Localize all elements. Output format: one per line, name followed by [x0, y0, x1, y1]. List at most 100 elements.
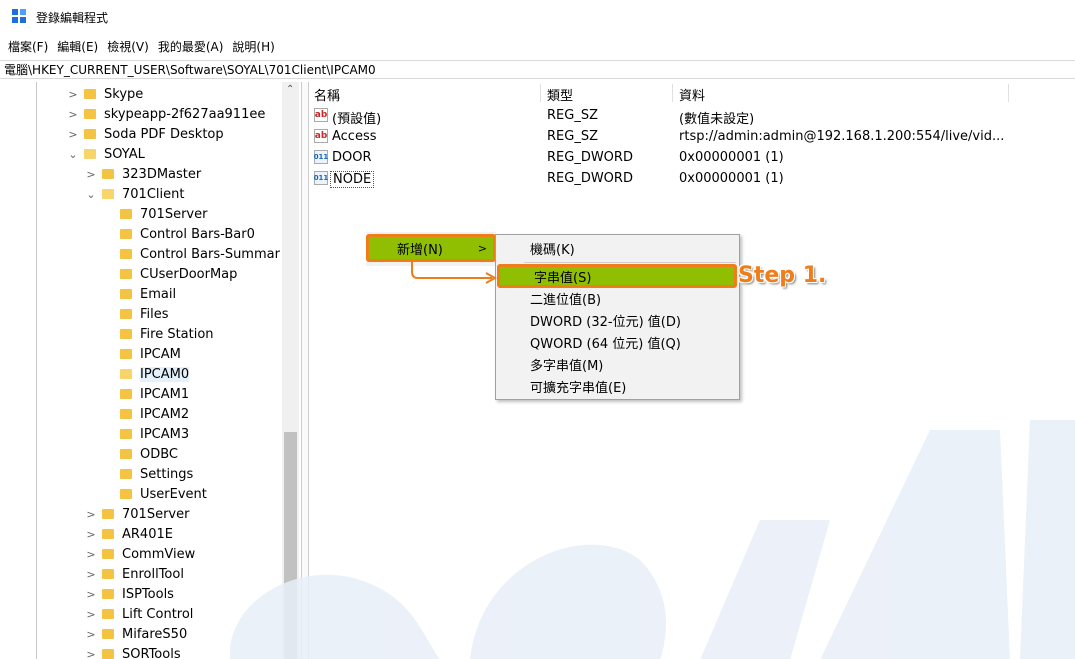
expand-icon[interactable]: >	[84, 508, 98, 521]
tree-item[interactable]: > EnrollTool	[84, 564, 184, 584]
folder-icon	[120, 349, 132, 359]
tree-item[interactable]: > Soda PDF Desktop	[66, 124, 223, 144]
scroll-up-icon[interactable]: ⌃	[286, 84, 294, 95]
header-separator[interactable]	[1008, 84, 1009, 102]
tree-item[interactable]: > ISPTools	[84, 584, 174, 604]
expand-icon[interactable]: >	[84, 628, 98, 641]
annotation-arrow	[411, 262, 498, 284]
tree-item-selected[interactable]: IPCAM0	[120, 364, 190, 384]
folder-icon	[120, 289, 132, 299]
tree-item[interactable]: ODBC	[120, 444, 178, 464]
registry-editor-icon	[12, 9, 28, 25]
tree-item[interactable]: >701Server	[84, 504, 189, 524]
tree-item[interactable]: >323DMaster	[84, 164, 201, 184]
menu-separator	[524, 262, 736, 263]
folder-icon	[84, 129, 96, 139]
value-type: REG_DWORD	[547, 150, 633, 165]
string-value-icon: ab	[314, 129, 328, 143]
menu-item-new-label: 新增(N)	[397, 242, 443, 258]
value-row[interactable]: 011 DOOR REG_DWORD 0x00000001 (1)	[310, 148, 1075, 169]
tree-scrollbar[interactable]: ⌃	[282, 82, 299, 659]
pane-splitter[interactable]	[301, 82, 309, 659]
folder-icon	[102, 589, 114, 599]
menu-file[interactable]: 檔案(F)	[8, 38, 48, 55]
key-tree: > Skype > skypeapp-2f627aa911ee > Soda PDF …	[0, 82, 301, 659]
tree-item[interactable]: > MifareS50	[84, 624, 187, 644]
tree-item[interactable]: Settings	[120, 464, 193, 484]
tree-item-701client[interactable]: ⌄ 701Client	[84, 184, 184, 204]
folder-icon	[102, 509, 114, 519]
tree-item[interactable]: CUserDoorMap	[120, 264, 237, 284]
value-data: 0x00000001 (1)	[679, 150, 784, 165]
value-name: NODE	[330, 171, 375, 188]
tree-item[interactable]: IPCAM	[120, 344, 181, 364]
header-separator[interactable]	[540, 84, 541, 102]
expand-icon[interactable]: >	[84, 608, 98, 621]
tree-item[interactable]: > AR401E	[84, 524, 173, 544]
menu-item-dword-value[interactable]: DWORD (32-位元) 值(D)	[496, 309, 739, 331]
folder-icon	[102, 569, 114, 579]
menu-item-string-value[interactable]: 字串值(S)	[497, 264, 737, 288]
folder-icon	[120, 229, 132, 239]
menu-item-qword-value[interactable]: QWORD (64 位元) 值(Q)	[496, 331, 739, 353]
folder-icon	[120, 389, 132, 399]
tree-item[interactable]: > skypeapp-2f627aa911ee	[66, 104, 265, 124]
folder-icon	[120, 429, 132, 439]
tree-item[interactable]: 701Server	[120, 204, 207, 224]
expand-icon[interactable]: >	[66, 88, 80, 101]
menu-item-binary-value[interactable]: 二進位值(B)	[496, 287, 739, 309]
folder-icon	[102, 609, 114, 619]
folder-icon	[120, 489, 132, 499]
menu-item-key[interactable]: 機碼(K)	[496, 237, 739, 259]
menu-item-expandable-string-value[interactable]: 可擴充字串值(E)	[496, 375, 739, 397]
string-value-icon: ab	[314, 108, 328, 122]
tree-item[interactable]: > Skype	[66, 84, 143, 104]
tree-item[interactable]: Fire Station	[120, 324, 214, 344]
scroll-thumb[interactable]	[284, 432, 297, 659]
folder-icon	[102, 549, 114, 559]
value-type: REG_DWORD	[547, 171, 633, 186]
header-type[interactable]: 類型	[547, 85, 573, 104]
header-data[interactable]: 資料	[679, 85, 705, 104]
expand-icon[interactable]: >	[66, 128, 80, 141]
address-bar[interactable]: 電腦\HKEY_CURRENT_USER\Software\SOYAL\701C…	[0, 60, 1075, 79]
folder-icon	[102, 649, 114, 659]
folder-icon	[120, 249, 132, 259]
tree-item[interactable]: IPCAM2	[120, 404, 189, 424]
expand-icon[interactable]: >	[84, 548, 98, 561]
menu-help[interactable]: 說明(H)	[232, 38, 274, 55]
tree-item[interactable]: Email	[120, 284, 176, 304]
expand-icon[interactable]: >	[84, 168, 98, 181]
menu-edit[interactable]: 編輯(E)	[57, 38, 98, 55]
tree-item-soyal[interactable]: ⌄ SOYAL	[66, 144, 144, 164]
menu-item-multi-string-value[interactable]: 多字串值(M)	[496, 353, 739, 375]
tree-item[interactable]: Files	[120, 304, 169, 324]
collapse-icon[interactable]: ⌄	[66, 148, 80, 161]
tree-item[interactable]: Control Bars-Bar0	[120, 224, 255, 244]
tree-item[interactable]: IPCAM1	[120, 384, 189, 404]
folder-icon	[120, 309, 132, 319]
collapse-icon[interactable]: ⌄	[84, 188, 98, 201]
tree-item[interactable]: > CommView	[84, 544, 195, 564]
value-row[interactable]: ab Access REG_SZ rtsp://admin:admin@192.…	[310, 127, 1075, 148]
tree-item[interactable]: UserEvent	[120, 484, 207, 504]
title-bar: 登錄編輯程式	[0, 0, 1075, 34]
header-name[interactable]: 名稱	[314, 85, 340, 104]
expand-icon[interactable]: >	[84, 648, 98, 659]
expand-icon[interactable]: >	[66, 108, 80, 121]
value-row[interactable]: ab (預設值) REG_SZ (數值未設定)	[310, 106, 1075, 127]
value-name: Access	[332, 129, 377, 144]
expand-icon[interactable]: >	[84, 568, 98, 581]
value-row-focused[interactable]: 011 NODE REG_DWORD 0x00000001 (1)	[310, 169, 1075, 190]
menu-view[interactable]: 檢視(V)	[107, 38, 149, 55]
header-separator[interactable]	[672, 84, 673, 102]
tree-item[interactable]: Control Bars-Summar	[120, 244, 280, 264]
tree-item[interactable]: > Lift Control	[84, 604, 193, 624]
tree-item[interactable]: > SORTools	[84, 644, 181, 659]
value-data: (數值未設定)	[679, 112, 755, 127]
expand-icon[interactable]: >	[84, 528, 98, 541]
tree-item[interactable]: IPCAM3	[120, 424, 189, 444]
menu-favorites[interactable]: 我的最愛(A)	[158, 38, 224, 55]
folder-icon	[84, 109, 96, 119]
expand-icon[interactable]: >	[84, 588, 98, 601]
